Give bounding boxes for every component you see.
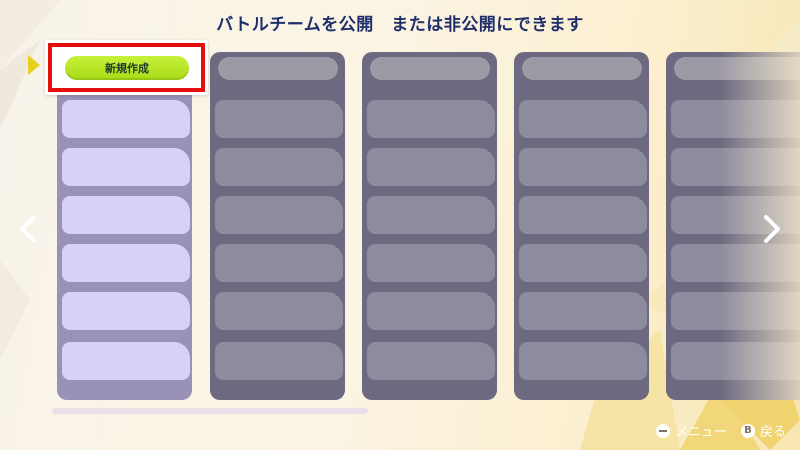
team-slot xyxy=(519,342,647,380)
team-slot xyxy=(367,292,495,330)
team-slot xyxy=(519,148,647,186)
team-column-1[interactable] xyxy=(57,52,192,400)
b-button-icon: B xyxy=(740,423,755,438)
menu-control[interactable]: メニュー xyxy=(655,421,727,440)
team-slot xyxy=(367,148,495,186)
selection-cursor-icon xyxy=(28,55,40,75)
team-slot xyxy=(215,244,343,282)
chevron-left-icon[interactable] xyxy=(16,213,40,245)
back-label: 戻る xyxy=(759,425,786,440)
new-team-card[interactable]: 新規作成 xyxy=(45,40,208,95)
team-slot xyxy=(519,196,647,234)
team-name-placeholder xyxy=(522,57,642,80)
team-slot[interactable] xyxy=(62,244,190,282)
team-slot xyxy=(367,342,495,380)
new-team-button[interactable]: 新規作成 xyxy=(65,56,189,80)
team-slot[interactable] xyxy=(62,148,190,186)
team-slot[interactable] xyxy=(62,342,190,380)
team-column-2[interactable] xyxy=(210,52,345,400)
team-slot xyxy=(215,100,343,138)
minus-button-icon xyxy=(655,423,670,438)
scroll-indicator xyxy=(52,408,368,414)
chevron-right-icon[interactable] xyxy=(760,213,784,245)
team-name-placeholder xyxy=(370,57,490,80)
team-slot xyxy=(519,100,647,138)
team-slot[interactable] xyxy=(62,196,190,234)
team-slot xyxy=(519,244,647,282)
team-slot xyxy=(215,196,343,234)
team-slot xyxy=(367,196,495,234)
footer-controls: メニュー B 戻る xyxy=(655,421,786,440)
team-slot xyxy=(215,342,343,380)
team-slot xyxy=(367,244,495,282)
back-control[interactable]: B 戻る xyxy=(740,421,786,440)
team-column-3[interactable] xyxy=(362,52,497,400)
team-column-4[interactable] xyxy=(514,52,649,400)
team-slot xyxy=(215,292,343,330)
menu-label: メニュー xyxy=(674,425,727,440)
team-name-placeholder xyxy=(218,57,338,80)
team-slot xyxy=(215,148,343,186)
team-slot xyxy=(519,292,647,330)
team-slot[interactable] xyxy=(62,292,190,330)
team-slot[interactable] xyxy=(62,100,190,138)
team-slot xyxy=(367,100,495,138)
page-title: バトルチームを公開 または非公開にできます xyxy=(216,15,584,35)
